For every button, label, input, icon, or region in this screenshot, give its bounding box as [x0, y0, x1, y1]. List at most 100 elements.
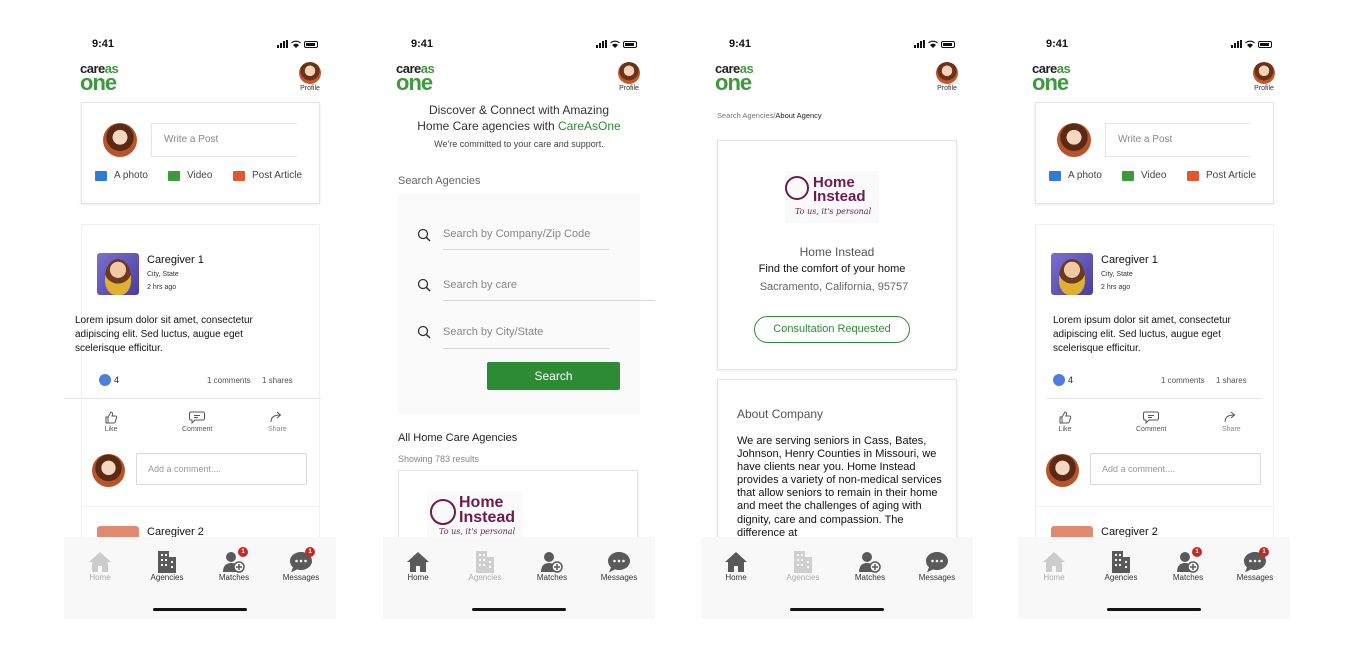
tab-home[interactable]: Home: [1029, 549, 1079, 582]
tab-home-label: Home: [407, 573, 429, 582]
post-composer: Write a Post A photo Video Post Article: [1035, 102, 1274, 204]
status-bar: 9:41: [64, 38, 336, 52]
write-post-input[interactable]: Write a Post: [151, 123, 297, 157]
comments-count[interactable]: 1 comments: [207, 376, 251, 385]
video-button[interactable]: Video: [168, 170, 212, 181]
tab-messages-label: Messages: [282, 573, 320, 582]
profile-button[interactable]: Profile: [298, 62, 322, 92]
video-label: Video: [1141, 170, 1167, 181]
discover-brand: CareAsOne: [558, 119, 621, 133]
share-button[interactable]: Share: [268, 410, 287, 433]
tab-matches[interactable]: Matches: [845, 549, 895, 582]
building-icon: [158, 551, 176, 573]
comments-count[interactable]: 1 comments: [1161, 376, 1205, 385]
like-button[interactable]: Like: [104, 410, 118, 433]
post-text: Lorem ipsum dolor sit amet, consectetur …: [1053, 315, 1231, 354]
careasone-logo[interactable]: careas one: [80, 62, 132, 94]
battery-icon: [304, 41, 318, 48]
status-bar: 9:41: [701, 38, 973, 52]
caregiver-avatar[interactable]: [97, 253, 139, 295]
careasone-logo[interactable]: careas one: [396, 62, 448, 94]
tab-home[interactable]: Home: [393, 549, 443, 582]
profile-button[interactable]: Profile: [1252, 62, 1276, 92]
comment-button[interactable]: Comment: [1136, 410, 1166, 433]
signal-icon: [596, 40, 607, 48]
thumbs-up-icon: [99, 374, 111, 386]
poster-location: City, State: [147, 271, 179, 278]
article-icon: [233, 170, 245, 181]
breadcrumb-search-agencies[interactable]: Search Agencies: [717, 111, 773, 120]
tab-home[interactable]: Home: [75, 549, 125, 582]
search-button[interactable]: Search: [487, 362, 620, 390]
home-icon: [1043, 552, 1065, 572]
search-icon: [417, 228, 431, 242]
home-icon: [89, 552, 111, 572]
shares-count[interactable]: 1 shares: [1216, 376, 1247, 385]
article-label: Post Article: [252, 170, 303, 181]
screen-about-agency: 9:41 careas one Profile Search Agencies/…: [701, 29, 973, 619]
add-comment-input[interactable]: Add a comment....: [136, 453, 307, 485]
write-post-input[interactable]: Write a Post: [1105, 123, 1251, 157]
discover-subtitle: We're committed to your care and support…: [434, 139, 604, 149]
bottom-tab-bar: Home Agencies 1 Matches 1 Messages: [64, 537, 336, 619]
video-button[interactable]: Video: [1122, 170, 1166, 181]
tab-matches[interactable]: 1 Matches: [1163, 547, 1213, 582]
profile-button[interactable]: Profile: [617, 62, 641, 92]
tab-messages[interactable]: 1 Messages: [276, 547, 326, 582]
careasone-logo[interactable]: careas one: [715, 62, 767, 94]
tab-messages[interactable]: 1 Messages: [1230, 547, 1280, 582]
tab-agencies[interactable]: Agencies: [142, 549, 192, 582]
likes-count[interactable]: 4: [1053, 374, 1073, 386]
tab-agencies[interactable]: Agencies: [460, 549, 510, 582]
post-article-button[interactable]: Post Article: [233, 170, 302, 181]
tab-messages[interactable]: Messages: [594, 549, 644, 582]
like-icon: [105, 411, 118, 424]
consultation-requested-button[interactable]: Consultation Requested: [754, 316, 910, 343]
profile-button[interactable]: Profile: [935, 62, 959, 92]
careasone-logo[interactable]: careas one: [1032, 62, 1084, 94]
status-bar: 9:41: [1018, 38, 1290, 52]
caregiver-avatar[interactable]: [1051, 253, 1093, 295]
share-button[interactable]: Share: [1222, 410, 1241, 433]
home-instead-mark-icon: [785, 176, 809, 200]
building-icon: [794, 551, 812, 573]
like-button[interactable]: Like: [1058, 410, 1072, 433]
comment-button[interactable]: Comment: [182, 410, 212, 433]
signal-icon: [914, 40, 925, 48]
add-comment-input[interactable]: Add a comment....: [1090, 453, 1261, 485]
home-indicator: [1107, 608, 1201, 611]
wifi-icon: [928, 40, 938, 48]
comment-icon: [189, 411, 206, 424]
city-state-search-input[interactable]: Search by City/State: [443, 319, 609, 349]
likes-count[interactable]: 4: [99, 374, 119, 386]
messages-icon: [608, 552, 630, 573]
like-label: Like: [1058, 426, 1072, 433]
messages-badge: 1: [305, 547, 315, 557]
shares-count[interactable]: 1 shares: [262, 376, 293, 385]
signal-icon: [277, 40, 288, 48]
matches-icon: [541, 552, 563, 573]
tab-matches[interactable]: 1 Matches: [209, 547, 259, 582]
thumbs-up-icon: [1053, 374, 1065, 386]
tab-messages[interactable]: Messages: [912, 549, 962, 582]
screen-feed-2: 9:41 careas one Profile Write a Post A p…: [1018, 29, 1290, 619]
tab-agencies[interactable]: Agencies: [778, 549, 828, 582]
tab-home[interactable]: Home: [711, 549, 761, 582]
results-count: Showing 783 results: [398, 454, 480, 464]
status-icons: [914, 40, 955, 48]
photo-button[interactable]: A photo: [95, 170, 148, 181]
tab-agencies[interactable]: Agencies: [1096, 549, 1146, 582]
logo-tagline: To us, it's personal: [439, 527, 516, 536]
care-search-input[interactable]: Search by care: [443, 272, 655, 301]
poster-name[interactable]: Caregiver 1: [147, 254, 204, 266]
building-icon: [1112, 551, 1130, 573]
post-article-button[interactable]: Post Article: [1187, 170, 1256, 181]
company-zip-search-input[interactable]: Search by Company/Zip Code: [443, 222, 609, 250]
tab-matches[interactable]: Matches: [527, 549, 577, 582]
photo-button[interactable]: A photo: [1049, 170, 1102, 181]
poster-name[interactable]: Caregiver 1: [1101, 254, 1158, 266]
feed-post: Caregiver 1 City, State 2 hrs ago Lorem …: [1035, 224, 1274, 546]
profile-avatar: [1253, 62, 1275, 84]
tab-home-label: Home: [725, 573, 747, 582]
likes-value: 4: [114, 375, 120, 385]
